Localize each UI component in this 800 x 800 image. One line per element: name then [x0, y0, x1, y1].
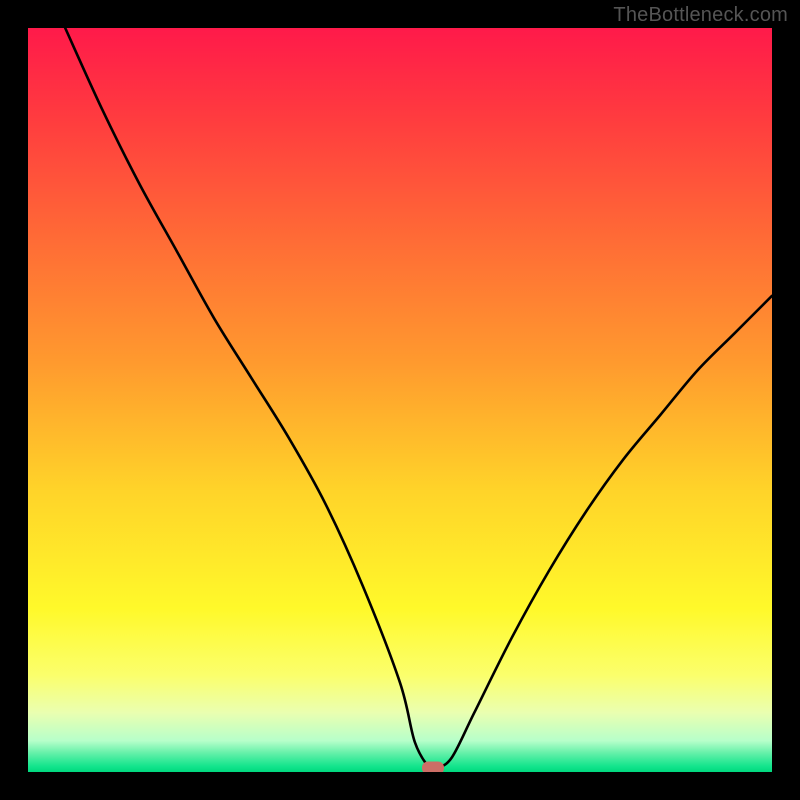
plot-area	[28, 28, 772, 772]
watermark-text: TheBottleneck.com	[613, 4, 788, 27]
minimum-marker	[422, 762, 444, 772]
bottleneck-curve-path	[65, 28, 772, 771]
curve-svg	[28, 28, 772, 772]
